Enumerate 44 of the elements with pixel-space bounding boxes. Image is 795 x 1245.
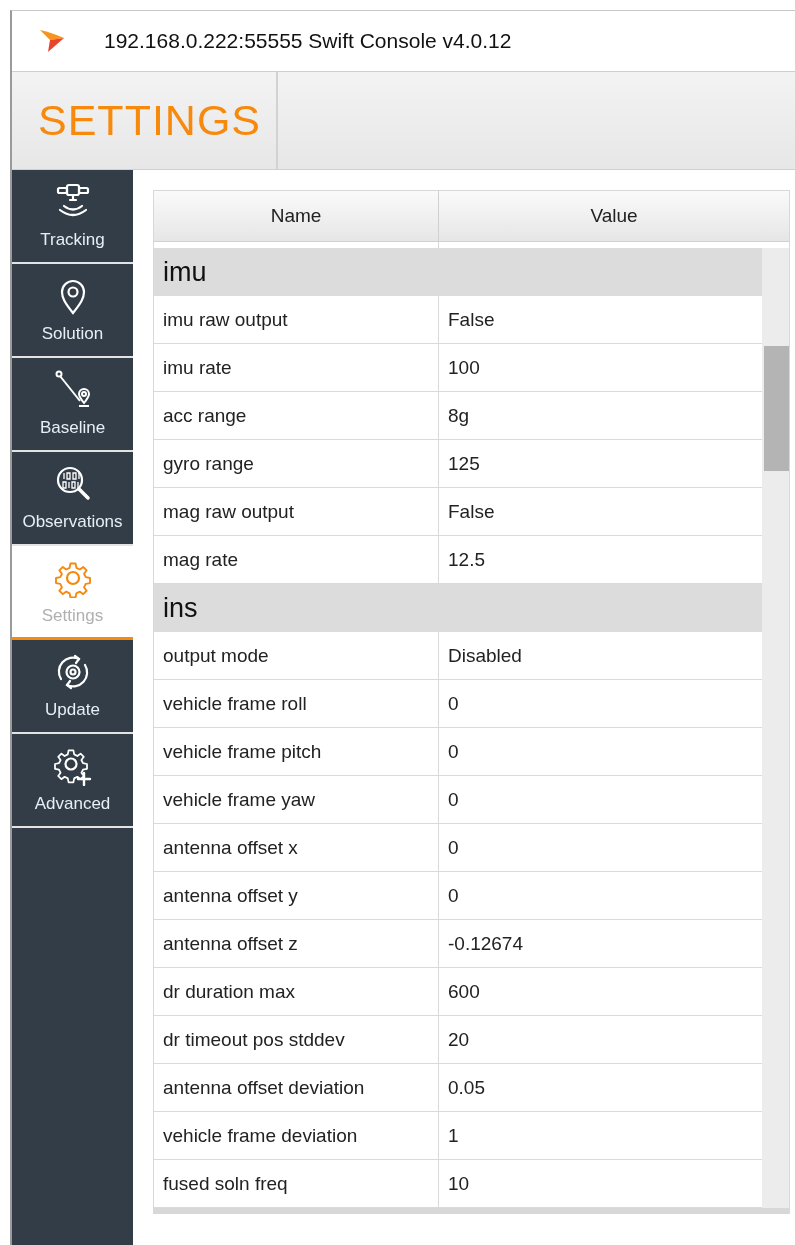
setting-value[interactable]: 600: [439, 968, 762, 1015]
scrollbar[interactable]: [762, 248, 789, 1208]
setting-value[interactable]: 1: [439, 1112, 762, 1159]
setting-name: mag rate: [154, 536, 439, 583]
setting-name: fused soln freq: [154, 1160, 439, 1207]
setting-value[interactable]: False: [439, 488, 762, 535]
setting-name: imu raw output: [154, 296, 439, 343]
setting-name: antenna offset z: [154, 920, 439, 967]
setting-name: vehicle frame deviation: [154, 1112, 439, 1159]
column-header[interactable]: Value: [439, 191, 789, 241]
setting-name: vehicle frame roll: [154, 680, 439, 727]
setting-name: dr duration max: [154, 968, 439, 1015]
column-header[interactable]: Name: [154, 191, 439, 241]
setting-value[interactable]: 12.5: [439, 536, 762, 583]
section-header: imu: [154, 248, 762, 296]
section-header: ins: [154, 584, 762, 632]
setting-value[interactable]: 0: [439, 872, 762, 919]
setting-name: dr timeout pos stddev: [154, 1016, 439, 1063]
scrollbar-thumb[interactable]: [764, 346, 789, 471]
setting-name: gyro range: [154, 440, 439, 487]
window-title: 192.168.0.222:55555 Swift Console v4.0.12: [104, 29, 512, 53]
setting-name: antenna offset deviation: [154, 1064, 439, 1111]
setting-value[interactable]: 0: [439, 824, 762, 871]
setting-name: acc range: [154, 392, 439, 439]
page-title: SETTINGS: [38, 96, 262, 145]
setting-value[interactable]: 10: [439, 1160, 762, 1207]
setting-value[interactable]: 20: [439, 1016, 762, 1063]
setting-name: mag raw output: [154, 488, 439, 535]
setting-name: antenna offset x: [154, 824, 439, 871]
setting-name: vehicle frame pitch: [154, 728, 439, 775]
setting-value[interactable]: 100: [439, 344, 762, 391]
setting-value[interactable]: False: [439, 296, 762, 343]
setting-name: imu rate: [154, 344, 439, 391]
setting-value[interactable]: 8g: [439, 392, 762, 439]
setting-value[interactable]: 125: [439, 440, 762, 487]
setting-value[interactable]: 0: [439, 776, 762, 823]
setting-value[interactable]: 0: [439, 680, 762, 727]
setting-value[interactable]: -0.12674: [439, 920, 762, 967]
setting-name: vehicle frame yaw: [154, 776, 439, 823]
setting-name: output mode: [154, 632, 439, 679]
setting-name: antenna offset y: [154, 872, 439, 919]
setting-value[interactable]: Disabled: [439, 632, 762, 679]
setting-value[interactable]: 0.05: [439, 1064, 762, 1111]
setting-value[interactable]: 0: [439, 728, 762, 775]
